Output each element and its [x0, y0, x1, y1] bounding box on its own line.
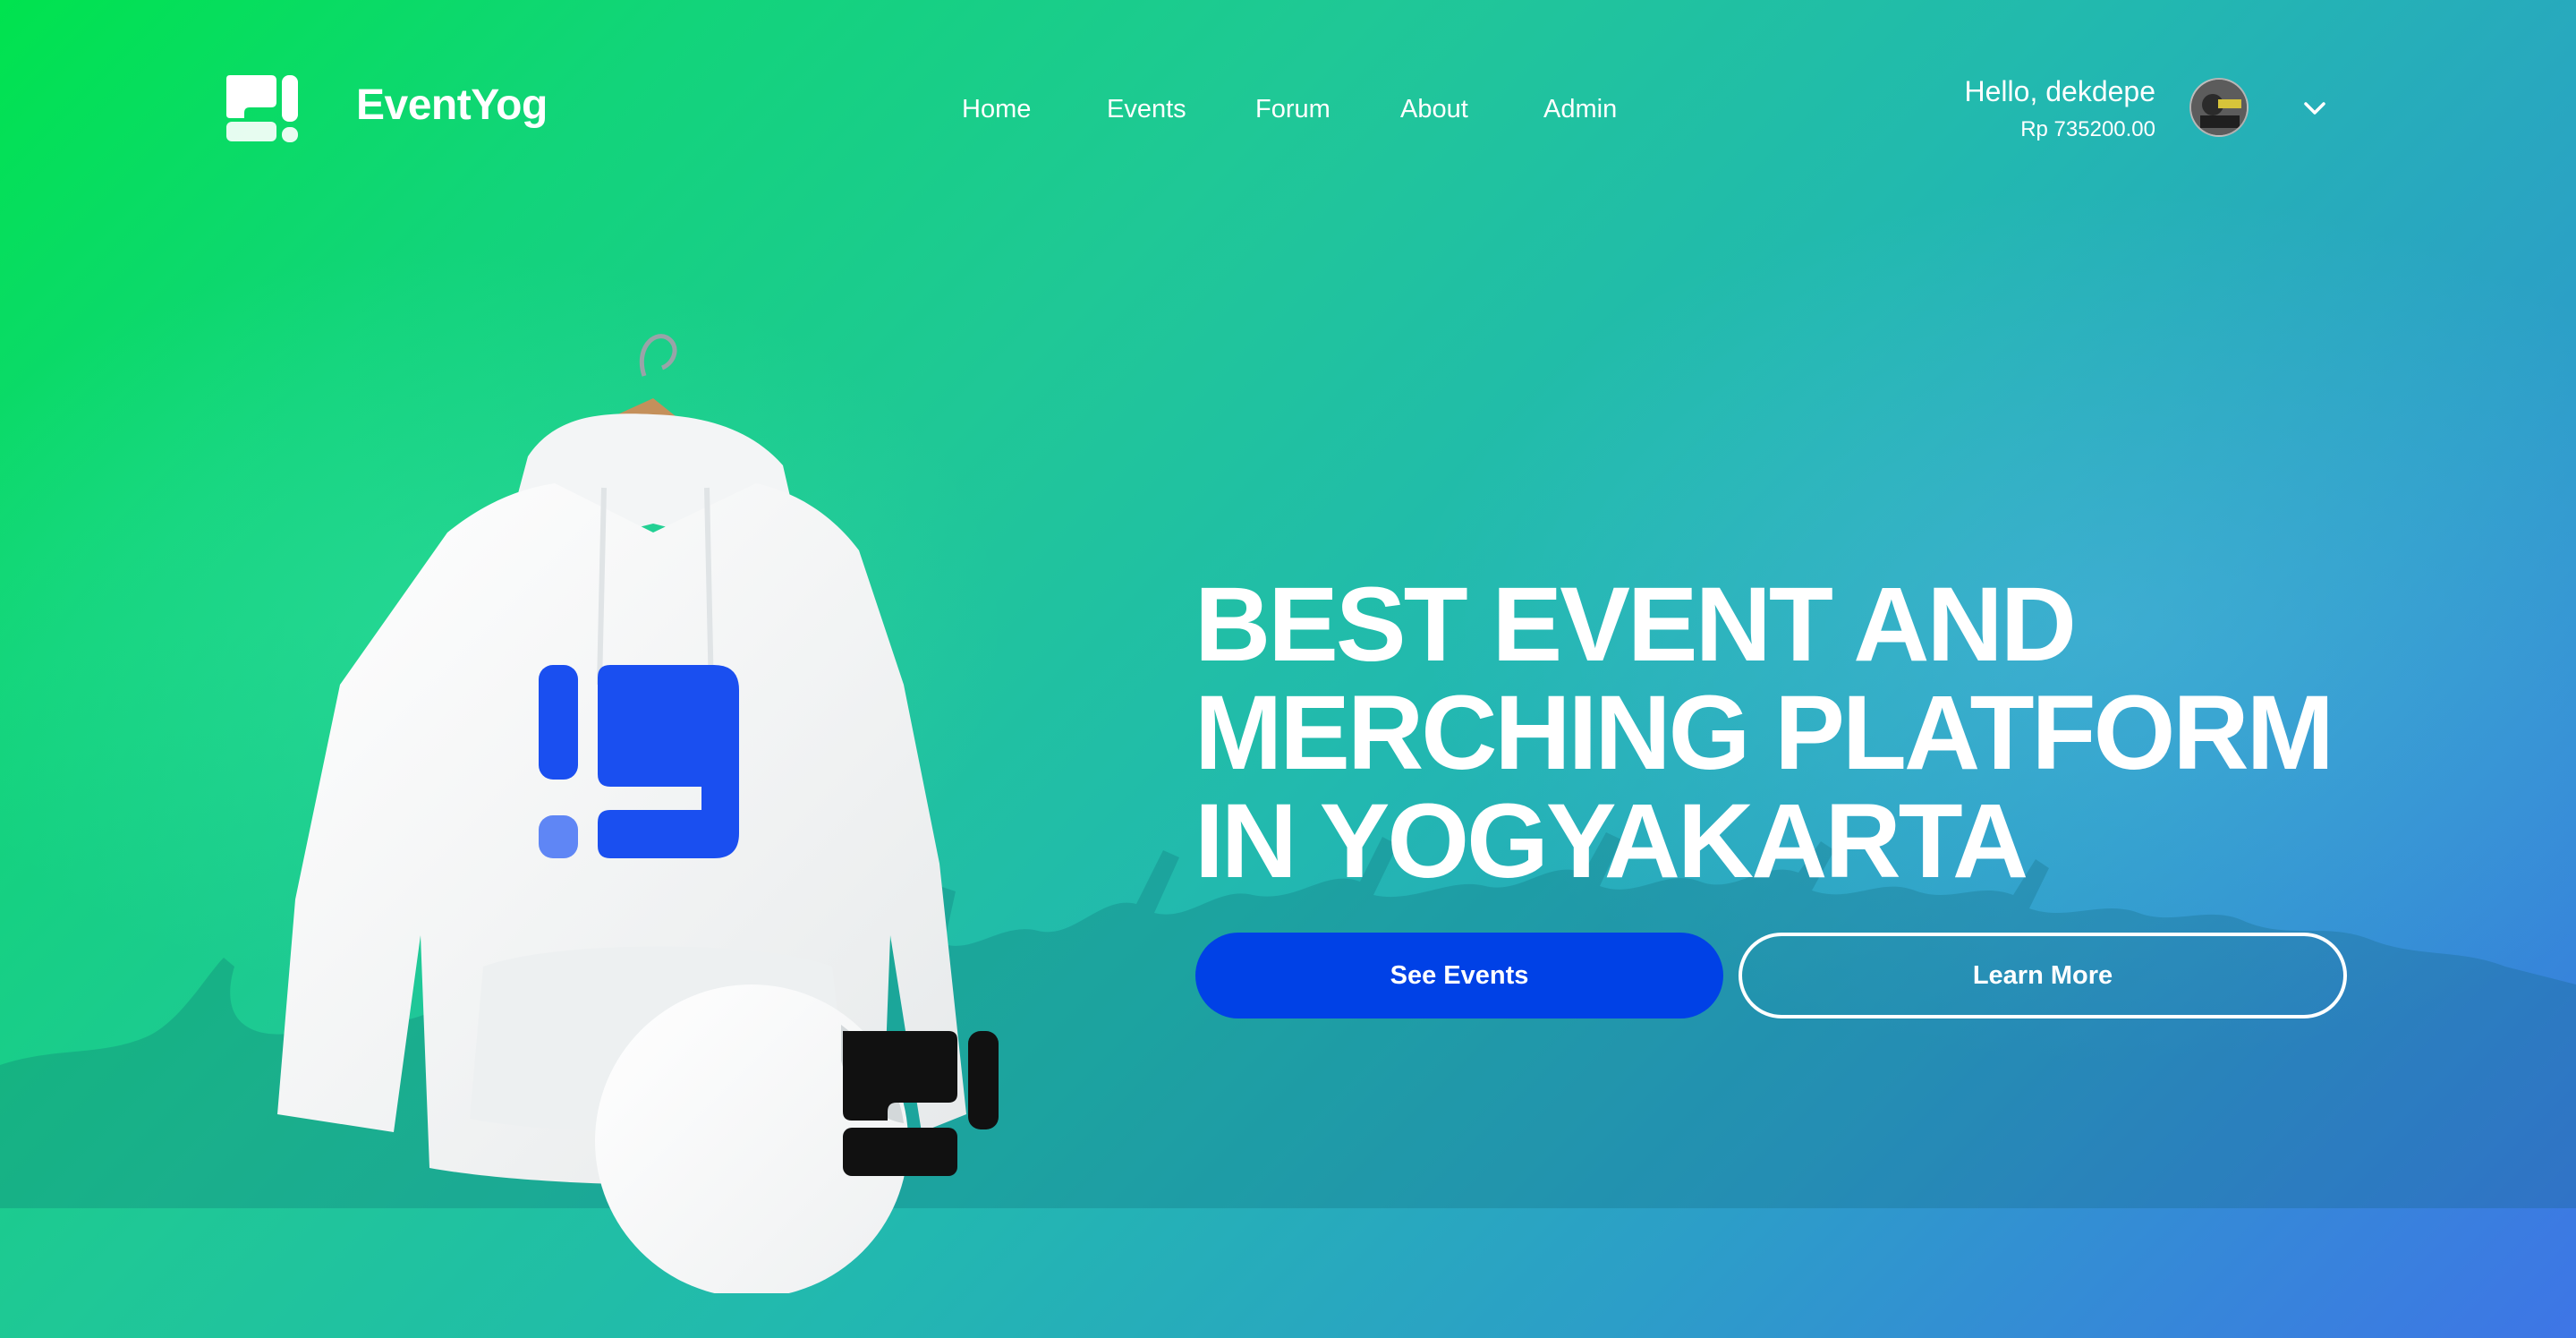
hero-headline-line-3: IN YOGYAKARTA: [1194, 782, 2028, 900]
top-navbar: EventYog Home Events Forum About Admin H…: [0, 0, 2576, 215]
nav-link-about[interactable]: About: [1400, 91, 1472, 127]
user-greeting: Hello, dekdepe: [1964, 75, 2155, 107]
nav-link-admin[interactable]: Admin: [1543, 91, 1619, 127]
learn-more-button[interactable]: Learn More: [1739, 933, 2347, 1018]
avatar-image: [2191, 80, 2247, 135]
nav-link-events[interactable]: Events: [1107, 91, 1186, 127]
hoodie-merch-image: [277, 334, 999, 1293]
brand-name[interactable]: EventYog: [356, 81, 548, 130]
hero-headline: BEST EVENT AND MERCHING PLATFORM IN YOGY…: [1194, 571, 2358, 896]
main-nav: Home Events Forum About Admin: [962, 91, 1619, 127]
eventyog-logo-icon[interactable]: [226, 75, 300, 143]
landing-page: EventYog Home Events Forum About Admin H…: [0, 0, 2576, 1338]
see-events-button[interactable]: See Events: [1195, 933, 1723, 1018]
user-avatar[interactable]: [2189, 78, 2249, 137]
user-info[interactable]: Hello, dekdepe Rp 735200.00: [1965, 72, 2155, 145]
chevron-down-icon[interactable]: [2301, 95, 2328, 122]
hero-headline-line-2: MERCHING PLATFORM: [1194, 674, 2334, 792]
user-balance: Rp 735200.00: [2020, 117, 2155, 141]
nav-link-home[interactable]: Home: [962, 91, 1031, 127]
hero-headline-line-1: BEST EVENT AND: [1194, 566, 2077, 684]
nav-link-forum[interactable]: Forum: [1255, 91, 1331, 127]
